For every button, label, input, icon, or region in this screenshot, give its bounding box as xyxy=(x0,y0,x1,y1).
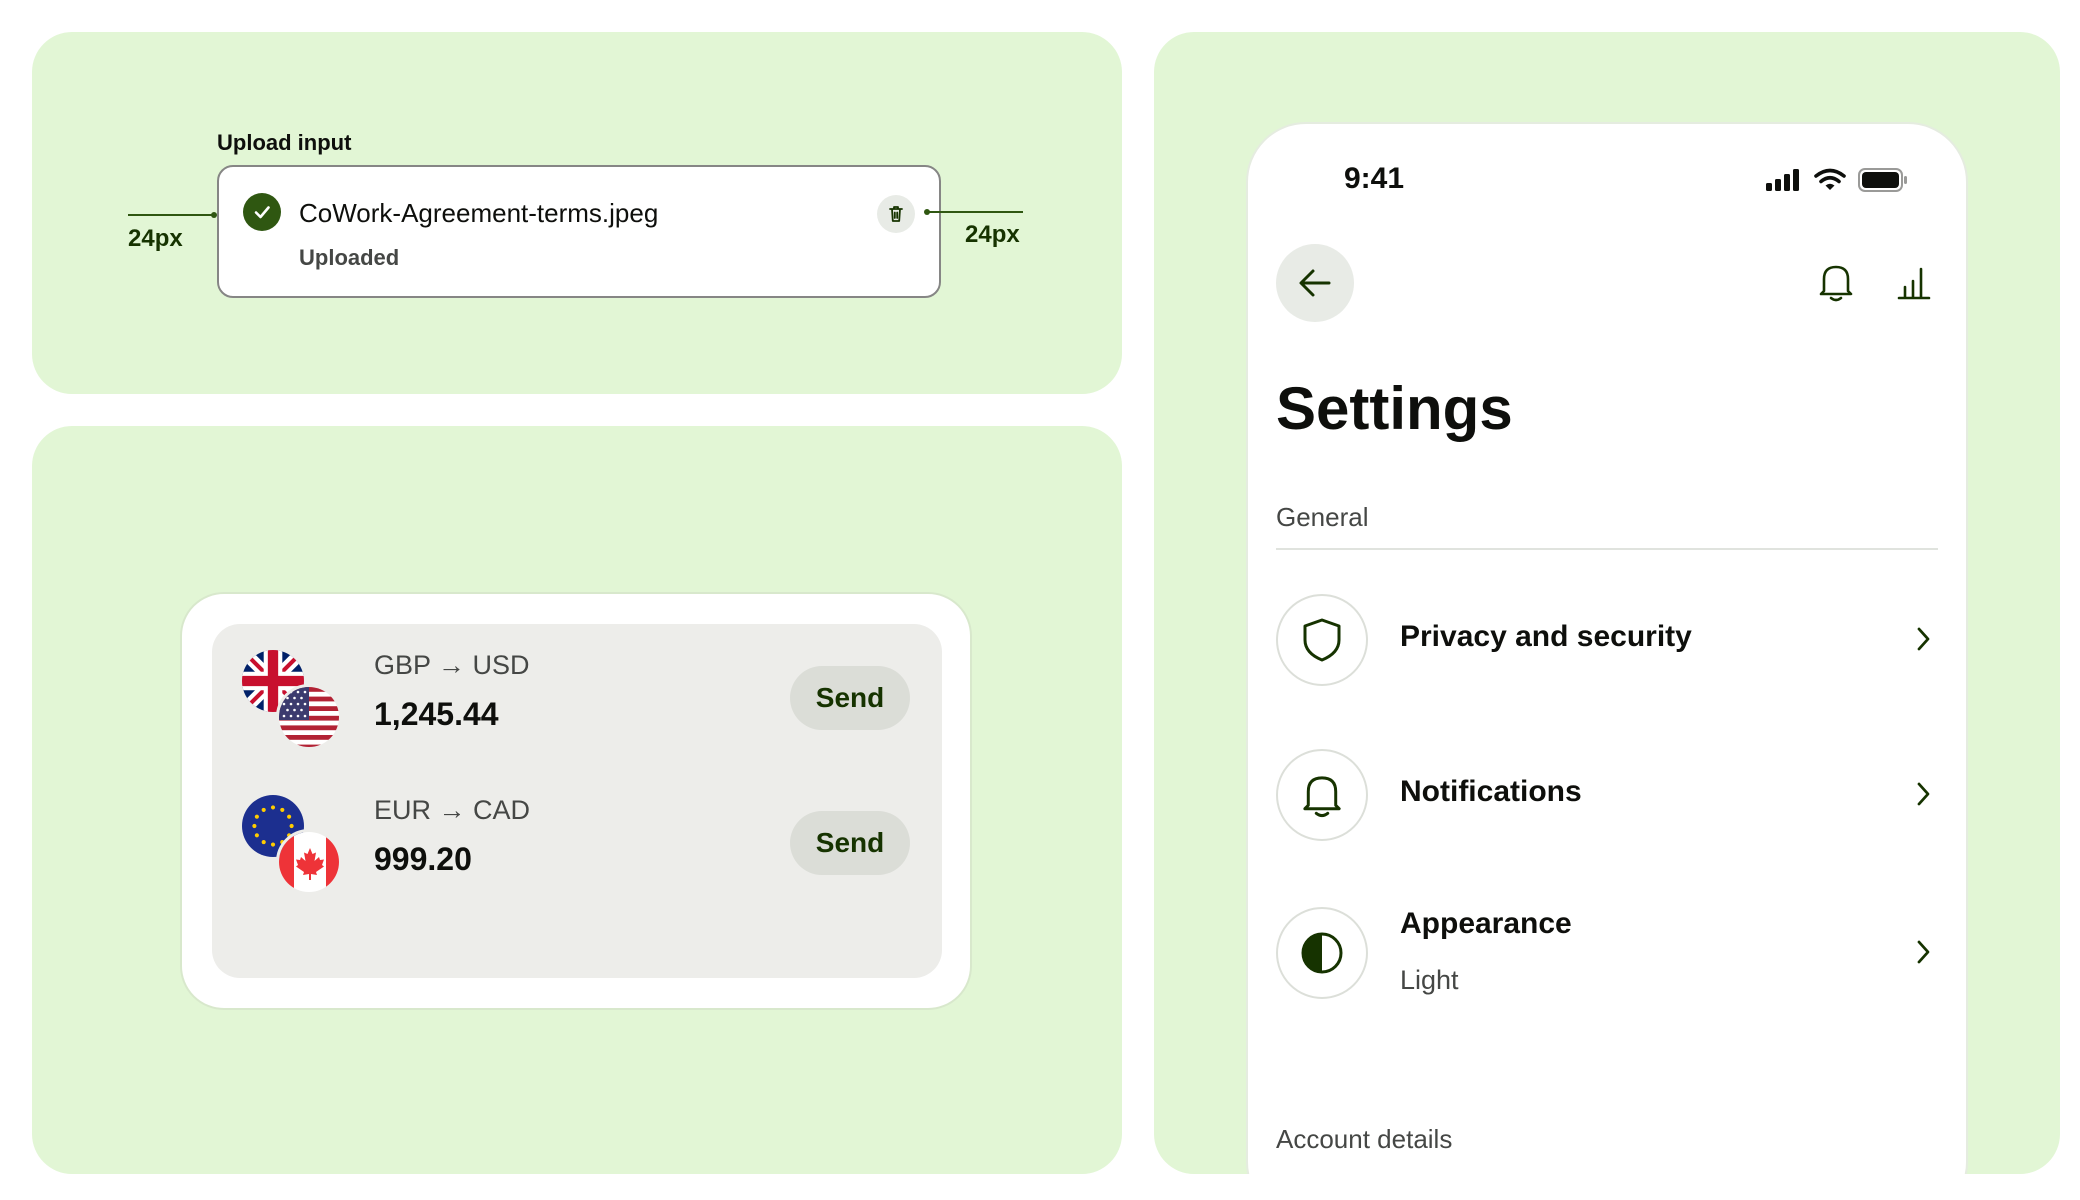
chevron-right-icon xyxy=(1908,937,1938,967)
us-flag-icon xyxy=(276,684,342,750)
currency-pair: EUR → CAD xyxy=(374,795,531,825)
signal-icon xyxy=(1766,169,1799,191)
settings-item-label: Privacy and security xyxy=(1400,620,1692,653)
upload-panel: Upload input 24px CoWork-Agreement-terms… xyxy=(32,32,1122,394)
notifications-button[interactable] xyxy=(1814,260,1858,304)
left-measure-line xyxy=(128,214,216,216)
shield-icon xyxy=(1276,594,1368,686)
right-measure-line xyxy=(927,211,1023,213)
bell-icon xyxy=(1819,265,1853,302)
currency-list: GBP → USD 1,245.44 Send EUR → CAD 999.20… xyxy=(212,624,942,978)
chevron-right-icon xyxy=(1908,624,1938,654)
status-time: 9:41 xyxy=(1344,162,1405,195)
currency-row: EUR → CAD 999.20 Send xyxy=(212,769,942,895)
status-icons xyxy=(1766,168,1908,192)
upload-title: Upload input xyxy=(217,130,352,155)
back-button[interactable] xyxy=(1276,244,1354,322)
arrow-left-icon xyxy=(1299,269,1331,297)
wifi-icon xyxy=(1814,168,1846,190)
settings-item-label: Notifications xyxy=(1400,775,1582,808)
settings-item-privacy[interactable]: Privacy and security xyxy=(1276,594,1938,694)
settings-item-notifications[interactable]: Notifications xyxy=(1276,749,1938,849)
left-spacing-label: 24px xyxy=(128,225,183,252)
phone-frame: 9:41 Settings General Privacy and securi… xyxy=(1246,122,1968,1174)
right-spacing-label: 24px xyxy=(965,221,1020,248)
check-icon xyxy=(243,193,281,231)
section-account-details: Account details xyxy=(1276,1124,1453,1154)
bar-chart-icon xyxy=(1897,267,1931,300)
upload-input[interactable]: CoWork-Agreement-terms.jpeg Uploaded xyxy=(217,165,941,298)
contrast-icon xyxy=(1276,907,1368,999)
settings-item-value: Light xyxy=(1400,965,1459,995)
currency-card: GBP → USD 1,245.44 Send EUR → CAD 999.20… xyxy=(180,592,972,1010)
currency-amount: 1,245.44 xyxy=(374,696,499,732)
currency-panel: GBP → USD 1,245.44 Send EUR → CAD 999.20… xyxy=(32,426,1122,1174)
currency-pair: GBP → USD xyxy=(374,650,530,680)
currency-amount: 999.20 xyxy=(374,841,472,877)
send-button[interactable]: Send xyxy=(790,811,910,875)
battery-icon xyxy=(1858,168,1907,192)
insights-button[interactable] xyxy=(1892,260,1936,304)
currency-row: GBP → USD 1,245.44 Send xyxy=(212,624,942,750)
currency-flags xyxy=(242,650,342,750)
file-name: CoWork-Agreement-terms.jpeg xyxy=(299,198,659,228)
trash-icon xyxy=(889,206,903,222)
settings-item-label: Appearance xyxy=(1400,907,1572,940)
section-divider xyxy=(1276,548,1938,550)
canada-flag-icon xyxy=(276,829,342,895)
page-title: Settings xyxy=(1276,375,1513,442)
file-status: Uploaded xyxy=(299,245,400,270)
chevron-right-icon xyxy=(1908,779,1938,809)
section-general: General xyxy=(1276,502,1369,532)
delete-file-button[interactable] xyxy=(877,195,915,233)
settings-item-appearance[interactable]: Appearance Light xyxy=(1276,907,1938,1007)
send-button[interactable]: Send xyxy=(790,666,910,730)
bell-icon xyxy=(1276,749,1368,841)
settings-panel: 9:41 Settings General Privacy and securi… xyxy=(1154,32,2060,1174)
currency-flags xyxy=(242,795,342,895)
